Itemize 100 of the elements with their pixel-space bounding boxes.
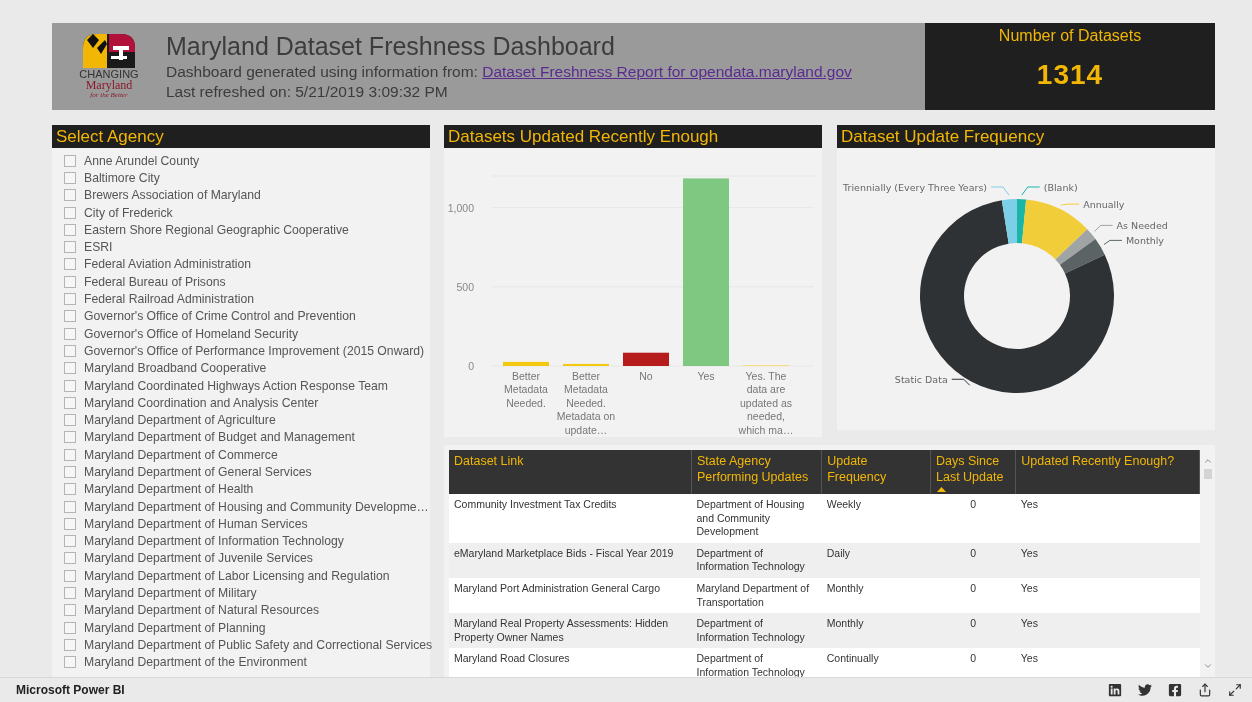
fullscreen-icon[interactable] bbox=[1228, 683, 1242, 697]
scroll-up-icon[interactable] bbox=[1202, 456, 1213, 466]
checkbox[interactable] bbox=[64, 517, 76, 530]
scroll-down-icon[interactable] bbox=[1202, 661, 1213, 671]
checkbox[interactable] bbox=[64, 258, 76, 271]
checkbox[interactable] bbox=[64, 379, 76, 392]
agency-label[interactable]: Federal Bureau of Prisons bbox=[84, 274, 226, 289]
column-header[interactable]: Updated Recently Enough? bbox=[1015, 450, 1200, 494]
count-label: Number of Datasets bbox=[998, 27, 1142, 45]
checkbox[interactable] bbox=[64, 344, 76, 357]
column-header[interactable]: State Agency Performing Updates bbox=[691, 450, 822, 494]
agency-label[interactable]: Maryland Department of Agriculture bbox=[84, 413, 276, 428]
checkbox[interactable] bbox=[64, 483, 76, 496]
column-header[interactable]: Dataset Link bbox=[449, 450, 692, 494]
agency-label[interactable]: Governor's Office of Crime Control and Prevention bbox=[84, 309, 356, 324]
dashboard-title: Maryland Dataset Freshness Dashboard bbox=[166, 32, 616, 61]
checkbox[interactable] bbox=[64, 604, 76, 617]
checkbox[interactable] bbox=[64, 154, 76, 167]
agency-label[interactable]: Maryland Department of Juvenile Services bbox=[84, 551, 313, 566]
leader-line bbox=[1060, 203, 1080, 206]
agency-label[interactable]: Anne Arundel County bbox=[84, 153, 200, 168]
table-cell: Daily bbox=[821, 542, 931, 578]
checkbox[interactable] bbox=[64, 206, 76, 219]
refresh-time: Last refreshed on: 5/21/2019 3:09:32 PM bbox=[166, 83, 449, 101]
axis-tick-label: 1,000 bbox=[447, 201, 474, 214]
agency-label[interactable]: Maryland Department of Health bbox=[84, 482, 254, 497]
checkbox[interactable] bbox=[64, 189, 76, 202]
checkbox[interactable] bbox=[64, 327, 76, 340]
agency-label[interactable]: Eastern Shore Regional Geographic Cooperative bbox=[84, 222, 349, 237]
agency-label[interactable]: Maryland Department of Human Services bbox=[84, 516, 308, 531]
share-icon[interactable] bbox=[1198, 683, 1212, 697]
agency-label[interactable]: Maryland Department of Public Safety and Correctional Services bbox=[84, 637, 433, 652]
checkbox[interactable] bbox=[64, 466, 76, 478]
agency-label[interactable]: Maryland Coordinated Highways Action Response Team bbox=[84, 378, 388, 393]
agency-label[interactable]: Maryland Department of Labor Licensing and Regulation bbox=[84, 568, 390, 583]
slice-label: Triennially (Every Three Years) bbox=[843, 181, 988, 193]
facebook-icon[interactable] bbox=[1168, 683, 1182, 697]
checkbox[interactable] bbox=[64, 362, 76, 375]
axis-tick-label: 500 bbox=[456, 280, 474, 293]
agency-label[interactable]: Maryland Department of Information Technology bbox=[84, 534, 344, 549]
table-cell: Yes bbox=[1015, 577, 1200, 614]
agency-label[interactable]: Maryland Department of Military bbox=[84, 586, 257, 601]
checkbox[interactable] bbox=[64, 621, 76, 634]
checkbox[interactable] bbox=[64, 569, 76, 582]
checkbox[interactable] bbox=[64, 310, 76, 323]
agency-label[interactable]: Maryland Department of Budget and Management bbox=[84, 430, 355, 445]
checkbox[interactable] bbox=[64, 431, 76, 444]
donut-slice[interactable] bbox=[1055, 229, 1096, 265]
checkbox[interactable] bbox=[64, 293, 76, 305]
agency-label[interactable]: Federal Railroad Administration bbox=[84, 292, 255, 306]
checkbox[interactable] bbox=[64, 500, 76, 513]
brand-label: Microsoft Power BI bbox=[16, 683, 126, 697]
agency-label[interactable]: Maryland Department of Planning bbox=[84, 620, 266, 635]
leader-line bbox=[990, 186, 1010, 196]
checkbox[interactable] bbox=[64, 275, 76, 288]
agency-label[interactable]: Maryland Department of Housing and Community Developme… bbox=[84, 499, 429, 514]
agency-label[interactable]: Maryland Coordination and Analysis Center bbox=[84, 395, 319, 410]
category-label: Better Metadata Needed. bbox=[503, 370, 549, 411]
table-cell: eMaryland Marketplace Bids - Fiscal Year 2019 bbox=[449, 542, 692, 578]
agency-label[interactable]: ESRI bbox=[84, 240, 113, 255]
checkbox[interactable] bbox=[64, 656, 76, 669]
slice-label: (Blank) bbox=[1043, 181, 1078, 193]
agency-label[interactable]: Federal Aviation Administration bbox=[84, 257, 252, 272]
twitter-icon[interactable] bbox=[1138, 683, 1152, 697]
slice-label: As Needed bbox=[1116, 219, 1168, 231]
column-header[interactable]: Days Since Last Update bbox=[930, 450, 1016, 494]
checkbox[interactable] bbox=[64, 241, 76, 254]
checkbox[interactable] bbox=[64, 223, 76, 236]
checkbox[interactable] bbox=[64, 396, 76, 409]
donut-slice[interactable] bbox=[1001, 199, 1017, 244]
checkbox[interactable] bbox=[64, 552, 76, 565]
agency-label[interactable]: Governor's Office of Performance Improvement (2015 Onward) bbox=[84, 343, 425, 358]
category-label: Yes bbox=[696, 370, 716, 384]
agency-label[interactable]: Maryland Department of Natural Resources bbox=[84, 603, 320, 618]
bar[interactable] bbox=[623, 352, 669, 366]
linkedin-icon[interactable] bbox=[1108, 683, 1122, 697]
checkbox[interactable] bbox=[64, 414, 76, 427]
column-header[interactable]: Update Frequency bbox=[821, 450, 931, 494]
scroll-thumb[interactable] bbox=[1203, 468, 1212, 479]
table-cell: Maryland Department of Transportation bbox=[691, 577, 822, 614]
table-cell: Department of Information Technology bbox=[691, 542, 822, 578]
agency-label[interactable]: Maryland Broadband Cooperative bbox=[84, 361, 267, 376]
agency-label[interactable]: Baltimore City bbox=[84, 170, 160, 185]
agency-label[interactable]: Governor's Office of Homeland Security bbox=[84, 326, 299, 341]
donut-slice[interactable] bbox=[1059, 239, 1105, 274]
table-cell: 0 bbox=[930, 577, 1016, 614]
checkbox[interactable] bbox=[64, 535, 76, 548]
table-cell: 0 bbox=[930, 494, 1016, 543]
checkbox[interactable] bbox=[64, 171, 76, 184]
table-cell: Yes bbox=[1015, 542, 1200, 578]
agency-label[interactable]: Brewers Association of Maryland bbox=[84, 188, 261, 203]
agency-label[interactable]: City of Frederick bbox=[84, 205, 173, 220]
table-cell: Maryland Real Property Assessments: Hidden Property Owner Names bbox=[449, 613, 692, 649]
checkbox[interactable] bbox=[64, 448, 76, 461]
checkbox[interactable] bbox=[64, 587, 76, 600]
agency-label[interactable]: Maryland Department of the Environment bbox=[84, 655, 307, 670]
agency-label[interactable]: Maryland Department of General Services bbox=[84, 465, 312, 479]
checkbox[interactable] bbox=[64, 638, 76, 651]
slice-label: Annually bbox=[1083, 198, 1125, 210]
agency-label[interactable]: Maryland Department of Commerce bbox=[84, 447, 278, 462]
